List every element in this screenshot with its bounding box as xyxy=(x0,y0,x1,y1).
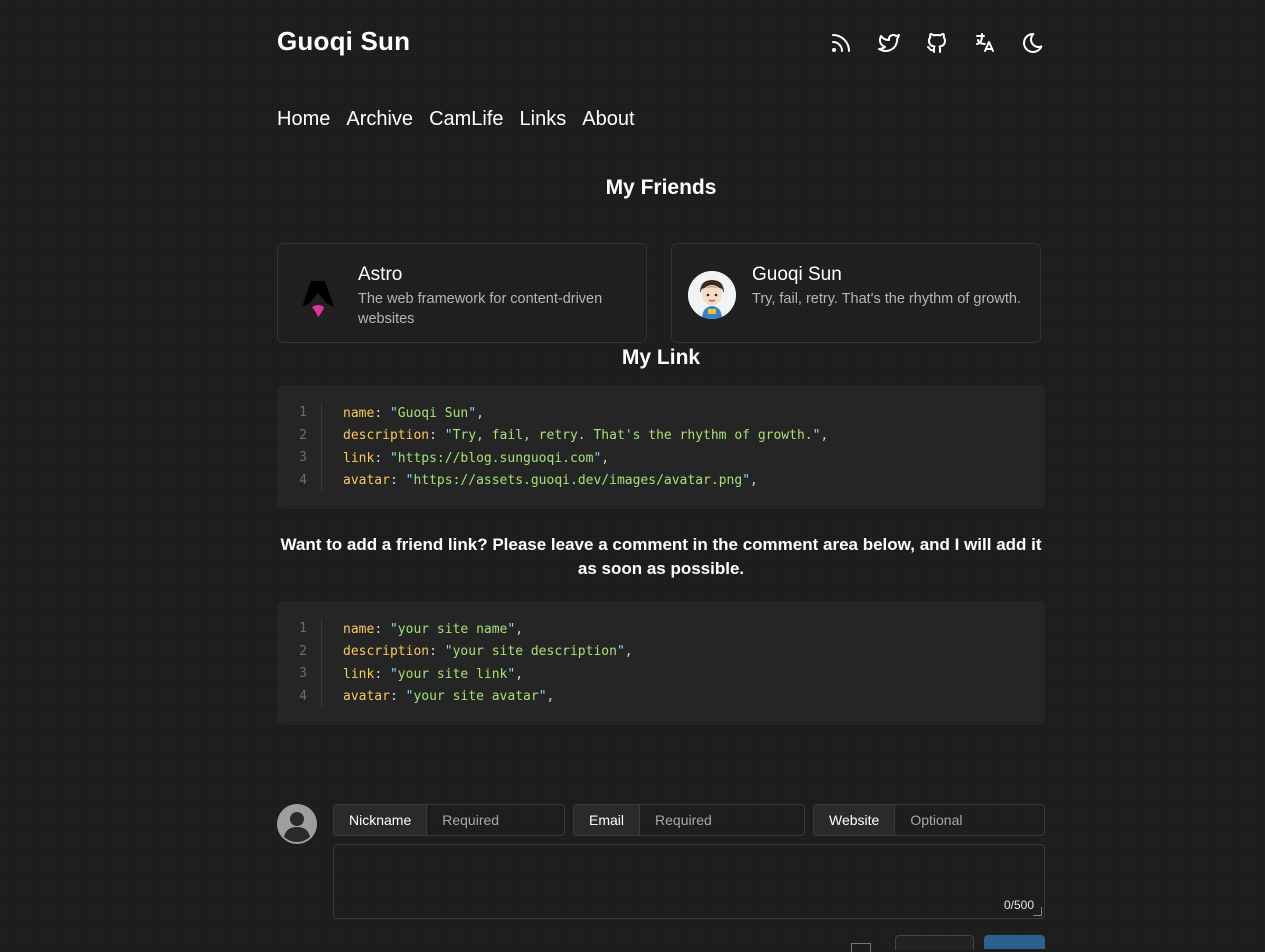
code-value: your site link xyxy=(397,666,508,682)
code-value: Guoqi Sun xyxy=(397,405,469,421)
line-number: 1 xyxy=(277,618,322,641)
submit-button[interactable] xyxy=(984,935,1045,949)
nav-home[interactable]: Home xyxy=(277,108,330,131)
nickname-input[interactable] xyxy=(427,805,564,835)
nav-links[interactable]: Links xyxy=(520,108,567,131)
code-key: link xyxy=(343,666,375,682)
nickname-label: Nickname xyxy=(334,805,428,835)
friend-description: The web framework for content-driven web… xyxy=(358,291,603,327)
my-link-heading: My Link xyxy=(621,346,701,369)
code-line: 1 name: "your site name", xyxy=(277,618,1045,641)
friend-cards: Astro The web framework for content-driv… xyxy=(277,243,1041,343)
code-key: avatar xyxy=(343,689,390,705)
nav-camlife[interactable]: CamLife xyxy=(429,108,503,131)
avatar xyxy=(688,271,736,319)
line-number: 3 xyxy=(277,447,322,470)
friends-heading: My Friends xyxy=(605,176,717,199)
friend-name: Guoqi Sun xyxy=(752,264,842,285)
code-value: your site description xyxy=(452,644,617,660)
char-counter: 0/500 xyxy=(1003,898,1034,912)
code-value: your site name xyxy=(397,621,508,637)
code-line: 3 link: "https://blog.sunguoqi.com", xyxy=(277,447,1045,470)
main-nav: Home Archive CamLife Links About xyxy=(277,108,635,131)
line-number: 2 xyxy=(277,640,322,663)
friend-description: Try, fail, retry. That's the rhythm of g… xyxy=(752,291,1021,307)
translate-icon[interactable] xyxy=(973,30,997,56)
code-key: link xyxy=(343,450,375,466)
line-number: 1 xyxy=(277,402,322,425)
code-key: name xyxy=(343,621,375,637)
moon-icon[interactable] xyxy=(1021,30,1045,56)
code-value: your site avatar xyxy=(413,689,539,705)
comment-actions xyxy=(851,935,1045,952)
code-value: https://assets.guoqi.dev/images/avatar.p… xyxy=(413,473,743,489)
resize-handle-icon[interactable] xyxy=(1033,907,1042,916)
comment-fields: Nickname Email Website xyxy=(333,804,1045,836)
rss-icon[interactable] xyxy=(829,30,853,56)
nickname-field: Nickname xyxy=(333,804,565,836)
code-line: 2 description: "Try, fail, retry. That's… xyxy=(277,424,1045,447)
line-number: 2 xyxy=(277,424,322,447)
code-key: description xyxy=(343,644,430,660)
line-number: 4 xyxy=(277,469,322,492)
header-icons xyxy=(829,30,1045,56)
preview-button[interactable] xyxy=(895,935,974,950)
line-number: 4 xyxy=(277,685,322,708)
astro-logo-icon xyxy=(294,271,342,319)
my-link-code-block: 1 name: "Guoqi Sun", 2 description: "Try… xyxy=(277,385,1045,509)
friend-name: Astro xyxy=(358,264,403,285)
line-number: 3 xyxy=(277,663,322,686)
code-line: 2 description: "your site description", xyxy=(277,640,1045,663)
code-value: https://blog.sunguoqi.com xyxy=(397,450,594,466)
user-avatar-icon xyxy=(277,804,317,844)
code-line: 3 link: "your site link", xyxy=(277,663,1045,686)
twitter-icon[interactable] xyxy=(877,30,901,56)
friend-card-guoqi[interactable]: Guoqi Sun Try, fail, retry. That's the r… xyxy=(671,243,1041,343)
email-field: Email xyxy=(573,804,805,836)
friend-card-astro[interactable]: Astro The web framework for content-driv… xyxy=(277,243,647,343)
nav-about[interactable]: About xyxy=(582,108,634,131)
website-label: Website xyxy=(814,805,896,835)
site-title[interactable]: Guoqi Sun xyxy=(277,26,410,57)
email-label: Email xyxy=(574,805,641,835)
comment-textarea[interactable] xyxy=(334,845,1044,918)
code-line: 4 avatar: "https://assets.guoqi.dev/imag… xyxy=(277,469,1045,492)
code-key: avatar xyxy=(343,473,390,489)
nav-archive[interactable]: Archive xyxy=(346,108,413,131)
website-field: Website xyxy=(813,804,1045,836)
template-code-block: 1 name: "your site name", 2 description:… xyxy=(277,601,1045,725)
comment-box: 0/500 xyxy=(333,844,1045,919)
code-key: description xyxy=(343,428,430,444)
email-input[interactable] xyxy=(640,805,804,835)
github-icon[interactable] xyxy=(925,30,949,56)
code-line: 1 name: "Guoqi Sun", xyxy=(277,402,1045,425)
code-value: Try, fail, retry. That's the rhythm of g… xyxy=(452,428,813,444)
friend-link-note: Want to add a friend link? Please leave … xyxy=(280,535,1042,578)
code-key: name xyxy=(343,405,375,421)
markdown-checkbox[interactable] xyxy=(851,943,871,952)
code-line: 4 avatar: "your site avatar", xyxy=(277,685,1045,708)
website-input[interactable] xyxy=(895,805,1044,835)
